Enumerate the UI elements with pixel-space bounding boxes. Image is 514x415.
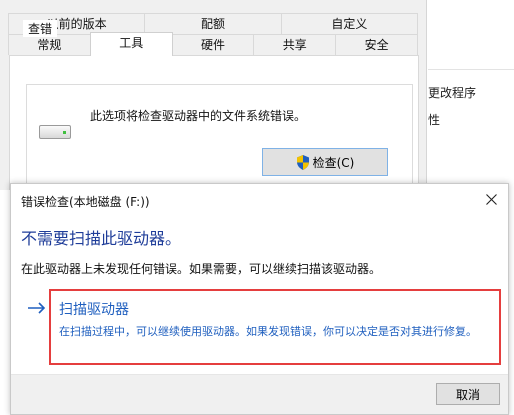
close-button[interactable] [480, 189, 502, 209]
tab-general[interactable]: 常规 [8, 34, 91, 55]
group-title: 查错 [23, 20, 58, 37]
properties-window: 以前的版本 配额 自定义 常规 工具 硬件 共享 安全 查错 此选项将检查驱动器… [0, 0, 427, 191]
background-window-fragment: 更改程序 性 [428, 0, 514, 190]
scan-drive-action[interactable]: 扫描驱动器 在扫描过程中，可以继续使用驱动器。如果发现错误，你可以决定是否对其进… [49, 289, 501, 365]
fragment-text-2: 性 [428, 113, 441, 127]
tab-tools[interactable]: 工具 [89, 32, 173, 56]
dialog-heading: 不需要扫描此驱动器。 [21, 229, 182, 248]
scan-drive-description: 在扫描过程中，可以继续使用驱动器。如果发现错误，你可以决定是否对其进行修复。 [59, 325, 477, 338]
tab-row-top: 以前的版本 配额 自定义 [8, 13, 418, 34]
check-button[interactable]: 检查(C) [262, 148, 388, 176]
tab-sharing[interactable]: 共享 [253, 34, 337, 55]
shield-icon [296, 154, 310, 170]
tab-row-bottom: 常规 工具 硬件 共享 安全 [8, 32, 418, 56]
dialog-footer: 取消 [11, 374, 508, 414]
tab-quota[interactable]: 配额 [144, 13, 282, 34]
tab-customize[interactable]: 自定义 [280, 13, 418, 34]
group-description: 此选项将检查驱动器中的文件系统错误。 [90, 109, 307, 123]
dialog-title: 错误检查(本地磁盘 (F:)) [21, 195, 150, 209]
close-icon [485, 190, 497, 209]
tab-hardware[interactable]: 硬件 [171, 34, 255, 55]
arrow-right-icon [28, 299, 46, 318]
scan-drive-title: 扫描驱动器 [59, 302, 129, 318]
tab-security[interactable]: 安全 [335, 34, 418, 55]
drive-icon [39, 125, 71, 139]
cancel-button[interactable]: 取消 [436, 383, 500, 405]
check-button-label: 检查(C) [312, 155, 355, 170]
fragment-divider [428, 0, 514, 70]
fragment-text-1: 更改程序 [428, 86, 477, 100]
error-checking-dialog: 错误检查(本地磁盘 (F:)) 不需要扫描此驱动器。 在此驱动器上未发现任何错误… [10, 183, 509, 415]
dialog-info: 在此驱动器上未发现任何错误。如果需要，可以继续扫描该驱动器。 [21, 262, 382, 276]
